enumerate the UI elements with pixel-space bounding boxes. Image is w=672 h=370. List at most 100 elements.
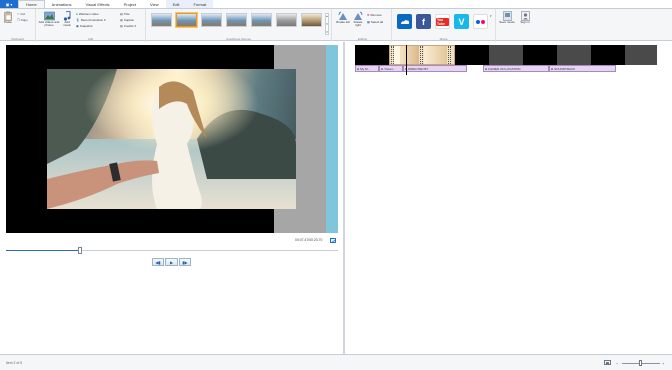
text-icon: A (551, 66, 554, 71)
cut-button[interactable]: ✂ Cut (17, 12, 25, 16)
ribbon: Paste ✂ Cut ❐ Copy Clipboard Add videos an… (0, 8, 672, 42)
credits-button[interactable]: ▤ Credits ▾ (120, 24, 136, 28)
add-music-button[interactable]: Add music (61, 11, 73, 28)
sign-in-button[interactable]: Sign in (518, 11, 532, 24)
tab-home[interactable]: Home (18, 0, 45, 8)
storyboard-clip-transition[interactable] (625, 45, 657, 65)
editing-group-label: Editing (357, 37, 368, 41)
storyboard-clip-credits[interactable] (591, 45, 625, 65)
add-group: Add videos and photos Add music ● Webcam … (36, 9, 146, 42)
snapshot-button[interactable]: ▣ Snapshot (76, 24, 93, 28)
next-frame-icon: ▮▶ (182, 259, 188, 265)
caption-button[interactable]: ▤ Caption (120, 18, 134, 22)
tab-edit[interactable]: Edit (165, 0, 187, 8)
storyboard-view-toggle[interactable] (604, 360, 611, 365)
expand-icon (330, 239, 336, 244)
save-movie-button[interactable]: Save movie (499, 11, 515, 24)
play-icon: ▶ (169, 259, 174, 265)
record-narration-button[interactable]: 🎙 Record narration ▾ (76, 18, 106, 22)
storyboard-clip-title[interactable] (355, 45, 389, 65)
credits-icon: ▤ (120, 24, 123, 28)
remove-button[interactable]: ✕ Remove (367, 13, 382, 17)
tab-project[interactable]: Project (117, 0, 143, 8)
preview-pane: 00:07.47/00:23.70 ◀▮ ▶ ▮▶ (0, 42, 343, 354)
next-frame-button[interactable]: ▮▶ (179, 258, 191, 266)
chevron-up-icon[interactable]: ▴ (326, 14, 328, 18)
title-button[interactable]: ▤ Title (120, 12, 129, 16)
tab-animations[interactable]: Animations (45, 0, 79, 8)
clip-frame (401, 46, 419, 64)
text-icon: A (381, 66, 384, 71)
storyboard-clip-credits[interactable] (523, 45, 557, 65)
camera-icon: ▣ (76, 24, 79, 28)
clip-frame (394, 46, 400, 64)
theme-thumbnail-selected[interactable] (176, 13, 197, 27)
text-icon: A (357, 66, 360, 71)
copy-icon: ❐ (17, 18, 20, 22)
editing-group: Rotate left Rotate right ✕ Remove ▦ Select… (334, 9, 392, 42)
previous-frame-button[interactable]: ◀▮ (152, 258, 164, 266)
microphone-icon: 🎙 (76, 18, 80, 22)
tab-format[interactable]: Format (186, 0, 214, 8)
share-group-label: Share (439, 37, 448, 41)
ribbon-tab-bar: ▣ ▾ Home Animations Visual Effects Projec… (0, 0, 672, 8)
caption-item[interactable]: A My M... (355, 65, 379, 72)
playhead-indicator[interactable] (406, 45, 407, 75)
webcam-video-button[interactable]: ● Webcam video (76, 12, 99, 16)
caption-item[interactable]: A Travel... (379, 65, 403, 72)
facebook-icon[interactable]: f (416, 14, 431, 29)
add-group-label: Add (87, 37, 94, 41)
film-perforation (420, 46, 423, 64)
tab-view[interactable]: View (143, 0, 166, 8)
preview-transition-edge (326, 45, 338, 233)
plus-icon: + (662, 361, 665, 366)
caption-item[interactable]: A SOUNDTRACK (549, 65, 616, 72)
select-all-button[interactable]: ▦ Select all (367, 20, 383, 24)
movie-maker-icon: ▣ (5, 1, 10, 7)
minus-icon: − (616, 361, 619, 366)
fullscreen-preview-button[interactable] (330, 238, 336, 244)
youtube-icon[interactable]: You Tube (435, 14, 450, 29)
onedrive-icon[interactable] (397, 14, 412, 29)
status-item-count: Item 2 of 5 (6, 361, 23, 365)
theme-thumbnail[interactable] (276, 13, 297, 27)
seek-bar-thumb[interactable] (78, 247, 82, 254)
flickr-icon[interactable] (473, 14, 488, 29)
rotate-left-button[interactable]: Rotate left (336, 11, 350, 24)
add-videos-photos-button[interactable]: Add videos and photos (38, 11, 60, 28)
select-all-icon: ▦ (367, 20, 370, 24)
status-bar: Item 2 of 5 − + (0, 354, 672, 370)
share-group: f You Tube V ▾ Share (392, 9, 496, 42)
theme-thumbnail[interactable] (151, 13, 172, 27)
storyboard-clip-photo-selected[interactable] (389, 45, 455, 65)
zoom-out-button[interactable]: − (616, 361, 618, 366)
close-icon: ✕ (367, 13, 370, 17)
theme-thumbnail[interactable] (201, 13, 222, 27)
paste-button[interactable]: Paste (2, 11, 14, 24)
caption-item[interactable]: A FILMED ON LOCATION (483, 65, 549, 72)
gallery-expand-icon[interactable]: ▾ (326, 30, 328, 34)
vimeo-icon[interactable]: V (454, 14, 469, 29)
file-menu-button[interactable]: ▣ ▾ (0, 0, 18, 8)
storyboard-clip-transition[interactable] (557, 45, 591, 65)
copy-button[interactable]: ❐ Copy (17, 18, 28, 22)
caption-item[interactable]: ADIRECTED BY (403, 65, 467, 72)
tab-visual-effects[interactable]: Visual Effects (78, 0, 116, 8)
zoom-in-button[interactable]: + (662, 361, 664, 366)
rotate-right-button[interactable]: Rotate right (351, 11, 365, 28)
storyboard-clip-transition[interactable] (489, 45, 523, 65)
storyboard-clip-title[interactable] (455, 45, 489, 65)
zoom-slider-thumb[interactable] (639, 360, 642, 366)
text-icon: A (485, 66, 488, 71)
film-perforation (448, 46, 451, 64)
theme-thumbnail[interactable] (226, 13, 247, 27)
share-more-arrow[interactable]: ▾ (490, 14, 492, 18)
storyboard-pane: AMy M... ATravel... ADIRECTED BY AFILMED… (345, 42, 672, 354)
theme-thumbnail[interactable] (251, 13, 272, 27)
title-icon: ▤ (120, 12, 123, 16)
play-button[interactable]: ▶ (165, 258, 178, 266)
theme-thumbnail[interactable] (301, 13, 322, 27)
theme-gallery-scroll[interactable]: ▴ ▾ ▾ (325, 13, 329, 35)
preview-timecode: 00:07.47/00:23.70 (295, 238, 323, 242)
chevron-down-icon[interactable]: ▾ (326, 22, 328, 26)
